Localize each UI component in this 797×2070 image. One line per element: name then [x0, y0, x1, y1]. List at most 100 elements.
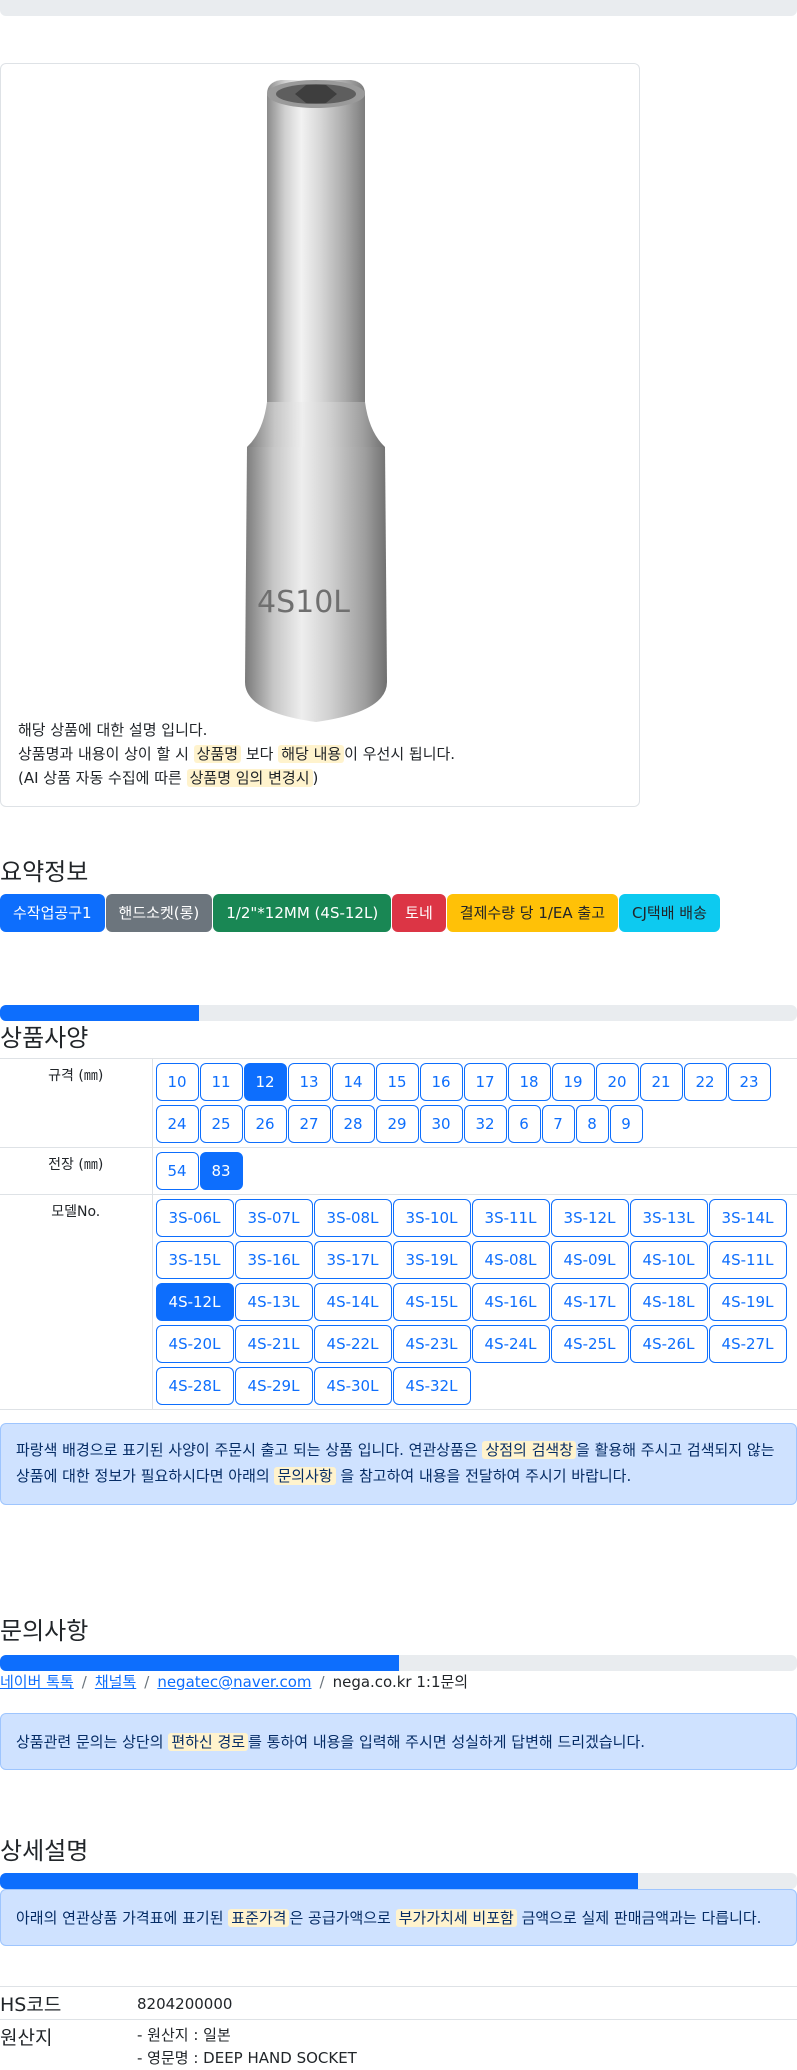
model-option[interactable]: 3S-08L: [313, 1199, 392, 1237]
model-option[interactable]: 4S-22L: [313, 1325, 392, 1363]
model-option[interactable]: 4S-15L: [392, 1283, 471, 1321]
spec-row-model: 모델No. 3S-06L 3S-07L 3S-08L 3S-10L 3S-11L 3S-1…: [0, 1194, 797, 1410]
hs-code-label: HS코드: [0, 1994, 62, 2016]
inquiry-notice: 상품관련 문의는 상단의 편하신 경로 를 통하여 내용을 입력해 주시면 성실하…: [0, 1713, 797, 1770]
detail-title: 상세설명: [0, 1837, 89, 1865]
model-option[interactable]: 4S-16L: [471, 1283, 550, 1321]
inquiry-links: 네이버 톡톡 / 채널톡 / negatec@naver.com / nega.co.kr …: [0, 1673, 469, 1691]
length-label: 전장 (㎜): [0, 1147, 153, 1195]
product-caption: 해당 상품에 대한 설명 입니다. 상품명과 내용이 상이 할 시 상품명 보다…: [18, 718, 455, 790]
caption-line-3: (AI 상품 자동 수집에 따른 상품명 임의 변경시): [18, 769, 319, 787]
inquiry-title: 문의사항: [0, 1617, 89, 1645]
size-option[interactable]: 18: [507, 1063, 551, 1101]
size-option[interactable]: 29: [375, 1105, 419, 1143]
model-option[interactable]: 4S-13L: [234, 1283, 313, 1321]
model-option[interactable]: 3S-11L: [471, 1199, 550, 1237]
model-option[interactable]: 4S-30L: [313, 1367, 392, 1405]
product-image: 4S10L: [211, 72, 431, 732]
model-option[interactable]: 4S-08L: [471, 1241, 550, 1279]
size-option[interactable]: 23: [727, 1063, 771, 1101]
size-option[interactable]: 26: [243, 1105, 287, 1143]
model-option[interactable]: 4S-11L: [708, 1241, 787, 1279]
model-option[interactable]: 4S-32L: [392, 1367, 471, 1405]
naver-talktalk-link[interactable]: 네이버 톡톡: [0, 1673, 74, 1691]
detail-notice: 아래의 연관상품 가격표에 표기된 표준가격 은 공급가액으로 부가가치세 비포함…: [0, 1889, 797, 1946]
size-label: 규격 (㎜): [0, 1058, 153, 1148]
length-options: 54 83: [155, 1152, 796, 1190]
caption-line-1: 해당 상품에 대한 설명 입니다.: [18, 721, 208, 739]
size-option[interactable]: 17: [463, 1063, 507, 1101]
length-option[interactable]: 83: [199, 1152, 243, 1190]
site-inquiry-text: nega.co.kr 1:1문의: [332, 1673, 469, 1691]
size-option[interactable]: 30: [419, 1105, 463, 1143]
model-option[interactable]: 4S-12L: [155, 1283, 234, 1321]
model-option[interactable]: 4S-27L: [708, 1325, 787, 1363]
spec-notice: 파랑색 배경으로 표기된 사양이 주문시 출고 되는 상품 입니다. 연관상품은…: [0, 1423, 797, 1505]
size-option[interactable]: 8: [575, 1105, 609, 1143]
model-option[interactable]: 3S-10L: [392, 1199, 471, 1237]
model-option[interactable]: 4S-09L: [550, 1241, 629, 1279]
size-option[interactable]: 27: [287, 1105, 331, 1143]
model-option[interactable]: 3S-17L: [313, 1241, 392, 1279]
model-option[interactable]: 4S-25L: [550, 1325, 629, 1363]
size-option[interactable]: 16: [419, 1063, 463, 1101]
hs-code-row: HS코드 8204200000: [0, 1986, 797, 2019]
size-option[interactable]: 13: [287, 1063, 331, 1101]
model-option[interactable]: 3S-14L: [708, 1199, 787, 1237]
model-option[interactable]: 4S-21L: [234, 1325, 313, 1363]
spec-table: 규격 (㎜) 10 11 12 13 14 15 16 17 18 19 20 21 22 23 24 25 2…: [0, 1058, 797, 1410]
model-option[interactable]: 3S-13L: [629, 1199, 708, 1237]
model-option[interactable]: 3S-16L: [234, 1241, 313, 1279]
badge-subcategory: 핸드소켓(롱): [105, 894, 213, 932]
size-option[interactable]: 24: [155, 1105, 199, 1143]
product-image-card: 4S10L 해당 상품에 대한 설명 입니다. 상품명과 내용이 상이 할 시 …: [0, 63, 640, 807]
deep-socket-image: 4S10L: [245, 80, 387, 722]
spec-progress: [0, 1005, 797, 1021]
inquiry-progress-fill: [0, 1655, 399, 1671]
spec-row-size: 규격 (㎜) 10 11 12 13 14 15 16 17 18 19 20 21 22 23 24 25 2…: [0, 1058, 797, 1148]
model-option[interactable]: 3S-12L: [550, 1199, 629, 1237]
size-option[interactable]: 7: [541, 1105, 575, 1143]
model-option[interactable]: 4S-20L: [155, 1325, 234, 1363]
size-option[interactable]: 21: [639, 1063, 683, 1101]
length-option[interactable]: 54: [155, 1152, 199, 1190]
size-option[interactable]: 19: [551, 1063, 595, 1101]
model-option[interactable]: 3S-06L: [155, 1199, 234, 1237]
model-option[interactable]: 4S-23L: [392, 1325, 471, 1363]
model-option[interactable]: 3S-19L: [392, 1241, 471, 1279]
badge-delivery: CJ택배 배송: [619, 894, 720, 932]
size-option[interactable]: 6: [507, 1105, 541, 1143]
email-link[interactable]: negatec@naver.com: [157, 1673, 311, 1691]
model-option[interactable]: 4S-14L: [313, 1283, 392, 1321]
size-option[interactable]: 32: [463, 1105, 507, 1143]
size-option[interactable]: 10: [155, 1063, 199, 1101]
badge-brand: 토네: [392, 894, 446, 932]
badge-category: 수작업공구1: [0, 894, 105, 932]
size-option[interactable]: 15: [375, 1063, 419, 1101]
size-option[interactable]: 28: [331, 1105, 375, 1143]
model-option[interactable]: 4S-26L: [629, 1325, 708, 1363]
size-option[interactable]: 12: [243, 1063, 287, 1101]
size-option[interactable]: 14: [331, 1063, 375, 1101]
model-options: 3S-06L 3S-07L 3S-08L 3S-10L 3S-11L 3S-12L 3S-1…: [155, 1199, 796, 1405]
detail-progress: [0, 1873, 797, 1889]
channeltalk-link[interactable]: 채널톡: [95, 1673, 136, 1691]
origin-country: - 원산지 : 일본: [137, 2026, 231, 2044]
model-option[interactable]: 3S-15L: [155, 1241, 234, 1279]
size-option[interactable]: 20: [595, 1063, 639, 1101]
model-option[interactable]: 4S-28L: [155, 1367, 234, 1405]
size-option[interactable]: 9: [609, 1105, 643, 1143]
model-option[interactable]: 4S-29L: [234, 1367, 313, 1405]
model-option[interactable]: 4S-24L: [471, 1325, 550, 1363]
model-option[interactable]: 4S-19L: [708, 1283, 787, 1321]
top-progress-bar: [0, 0, 797, 16]
size-option[interactable]: 25: [199, 1105, 243, 1143]
hs-code-value: 8204200000: [137, 1995, 233, 2013]
model-option[interactable]: 4S-10L: [629, 1241, 708, 1279]
size-option[interactable]: 11: [199, 1063, 243, 1101]
size-option[interactable]: 22: [683, 1063, 727, 1101]
model-option[interactable]: 4S-18L: [629, 1283, 708, 1321]
model-option[interactable]: 4S-17L: [550, 1283, 629, 1321]
spec-title: 상품사양: [0, 1024, 89, 1052]
model-option[interactable]: 3S-07L: [234, 1199, 313, 1237]
